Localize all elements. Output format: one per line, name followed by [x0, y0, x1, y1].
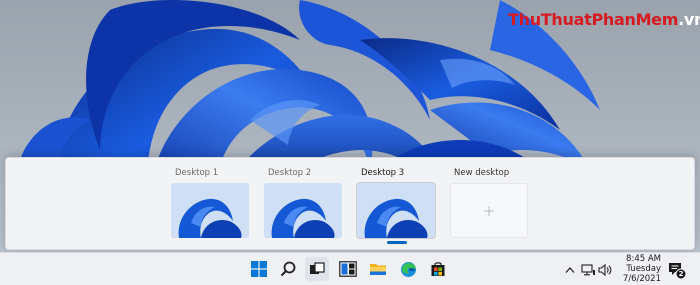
task-view-button[interactable]	[305, 257, 329, 281]
desktop-2-label: Desktop 2	[268, 168, 312, 178]
edge-button[interactable]	[396, 257, 420, 281]
virtual-desktops-panel: Desktop 1 Desktop 2 Desktop 3 New deskto…	[5, 157, 695, 250]
show-hidden-icons-button[interactable]	[565, 253, 575, 285]
new-desktop[interactable]: New desktop	[450, 158, 530, 251]
new-desktop-button[interactable]	[450, 183, 528, 238]
desktop-3[interactable]: Desktop 3	[357, 158, 437, 251]
widgets-button[interactable]	[336, 257, 360, 281]
clock-day: Tuesday	[626, 264, 661, 275]
clock[interactable]: 8:45 AM Tuesday 7/6/2021	[617, 254, 661, 285]
clock-date: 7/6/2021	[622, 274, 661, 285]
network-button[interactable]	[581, 253, 596, 285]
plus-icon	[484, 205, 494, 216]
edge-icon	[400, 261, 416, 277]
search-button[interactable]	[276, 257, 300, 281]
file-explorer-icon	[370, 264, 386, 275]
store-button[interactable]	[426, 257, 450, 281]
clock-time: 8:45 AM	[626, 254, 661, 264]
desktop-2[interactable]: Desktop 2	[264, 158, 344, 251]
volume-icon	[598, 263, 612, 276]
notification-count: 2	[678, 269, 684, 278]
desktop-3-thumbnail[interactable]	[357, 183, 435, 238]
taskbar: 8:45 AM Tuesday 7/6/2021 2	[0, 252, 700, 285]
task-view-icon	[310, 262, 325, 274]
widgets-icon	[339, 261, 357, 277]
file-explorer-button[interactable]	[366, 257, 390, 281]
notifications-button[interactable]: 2	[667, 260, 687, 280]
chevron-up-icon	[565, 266, 575, 273]
start-icon	[251, 261, 267, 277]
desktop-1[interactable]: Desktop 1	[171, 158, 251, 251]
desktop-1-thumbnail[interactable]	[171, 183, 249, 238]
desktop-1-label: Desktop 1	[175, 168, 219, 178]
watermark-logo: ThuThuatPhanMem.vn	[508, 10, 700, 29]
start-button[interactable]	[247, 257, 271, 281]
active-desktop-indicator	[387, 241, 407, 244]
desktop-3-label: Desktop 3	[361, 168, 405, 178]
search-icon	[280, 261, 296, 277]
volume-button[interactable]	[598, 253, 612, 285]
network-icon	[581, 263, 595, 275]
desktop-2-thumbnail[interactable]	[264, 183, 342, 238]
new-desktop-label: New desktop	[454, 168, 510, 178]
store-icon	[431, 262, 445, 276]
